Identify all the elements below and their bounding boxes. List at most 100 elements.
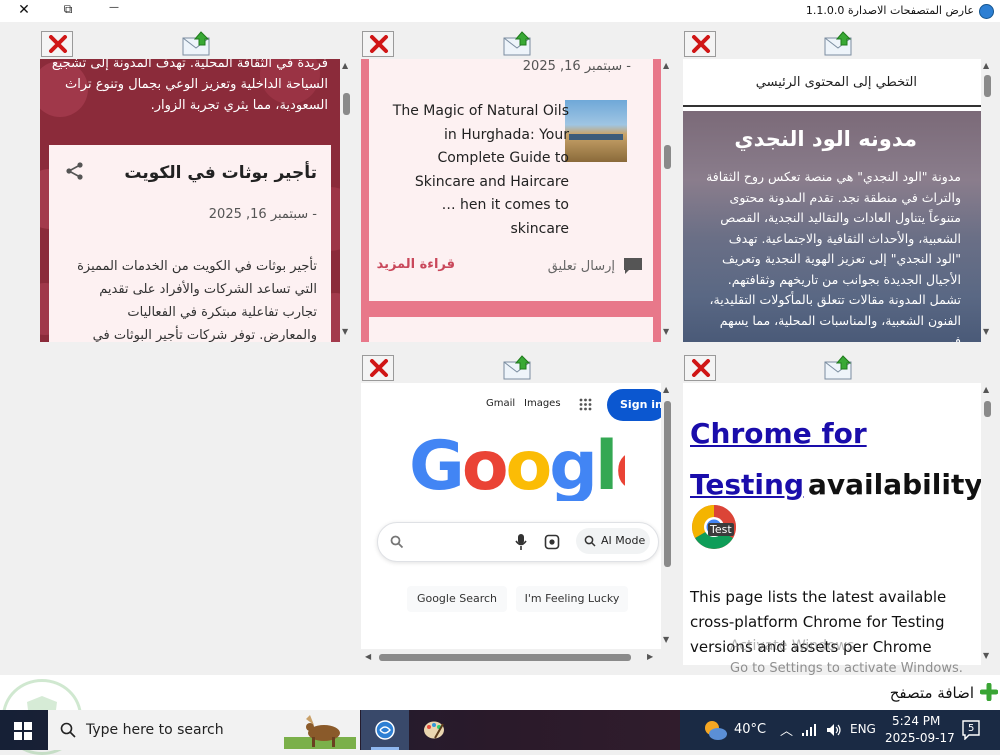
windows-start-icon[interactable] <box>14 722 32 740</box>
blog-header-background: مدونه الود النجدي مدونة "الود النجدي" هي… <box>683 111 981 342</box>
app-icon <box>979 4 994 19</box>
search-icon <box>390 535 404 549</box>
post-card: تأجير بوثات في الكويت - سبتمبر 16, 2025 … <box>49 145 331 342</box>
google-search-button[interactable]: Google Search <box>407 586 507 612</box>
scroll-down-arrow-icon[interactable]: ▼ <box>663 635 669 644</box>
browser-pane-top-left: فريدة في الثقافة المحلية. تهدف المدونة إ… <box>40 59 340 342</box>
scroll-up-arrow-icon[interactable]: ▲ <box>663 385 669 394</box>
vertical-scrollbar[interactable]: ▲ ▼ <box>661 59 675 342</box>
skip-bar: التخطي إلى المحتوى الرئيسي <box>683 59 981 107</box>
scroll-down-arrow-icon[interactable]: ▼ <box>342 327 348 336</box>
vertical-scrollbar[interactable]: ▲ ▼ <box>661 383 675 649</box>
sign-in-label: Sign in <box>620 398 661 411</box>
scroll-thumb[interactable] <box>664 401 671 567</box>
scroll-thumb[interactable] <box>379 654 631 661</box>
send-comment-link[interactable]: إرسال تعليق <box>548 259 615 274</box>
send-pane-button[interactable] <box>823 30 857 58</box>
vertical-scrollbar[interactable]: ▲ ▼ <box>981 383 995 665</box>
availability-heading: availability <box>808 468 981 501</box>
skip-to-content-link[interactable]: التخطي إلى المحتوى الرئيسي <box>756 75 917 90</box>
taskbar-app-paint[interactable] <box>410 710 458 750</box>
notification-button[interactable]: 5 <box>962 720 980 741</box>
scroll-down-arrow-icon[interactable]: ▼ <box>983 327 989 336</box>
add-browser-label[interactable]: اضافة متصفح <box>890 684 974 702</box>
read-more-link[interactable]: قراءة المزيد <box>377 257 455 272</box>
taskbar: Type here to search 40°C ︿ ENG 5:24 PM 2… <box>0 710 1000 750</box>
blog-title[interactable]: مدونه الود النجدي <box>734 127 917 151</box>
mail-upload-icon <box>824 355 852 380</box>
close-pane-button[interactable] <box>41 31 73 57</box>
title-bar: ✕ ⧉ — عارض المتصفحات الاصدارة 1.1.0.0 <box>0 0 1000 22</box>
search-icon <box>60 722 76 738</box>
scroll-thumb[interactable] <box>984 401 991 417</box>
scroll-up-arrow-icon[interactable]: ▲ <box>663 61 669 70</box>
taskbar-search-placeholder: Type here to search <box>86 722 224 738</box>
gmail-link[interactable]: Gmail <box>486 398 515 409</box>
search-box[interactable]: AI Mode <box>377 522 659 562</box>
add-plus-icon[interactable] <box>980 683 998 701</box>
minimize-window-button[interactable]: — <box>104 2 124 13</box>
apps-grid-icon[interactable] <box>579 398 592 411</box>
red-x-icon <box>370 359 388 377</box>
close-pane-button[interactable] <box>362 31 394 57</box>
scroll-left-arrow-icon[interactable]: ◀ <box>365 652 371 661</box>
sign-in-button[interactable]: Sign in <box>607 389 661 421</box>
browser-pane-top-right: التخطي إلى المحتوى الرئيسي مدونه الود ال… <box>683 59 981 342</box>
test-badge: Test <box>708 523 734 536</box>
close-pane-button[interactable] <box>684 355 716 381</box>
scroll-up-arrow-icon[interactable]: ▲ <box>983 61 989 70</box>
restore-window-button[interactable]: ⧉ <box>58 2 78 17</box>
close-window-button[interactable]: ✕ <box>14 2 34 18</box>
scroll-up-arrow-icon[interactable]: ▲ <box>983 385 989 394</box>
scroll-right-arrow-icon[interactable]: ▶ <box>647 652 653 661</box>
clock-date[interactable]: 2025-09-17 <box>885 731 955 745</box>
weather-sun-cloud-icon[interactable] <box>702 718 728 742</box>
horizontal-scrollbar[interactable]: ◀ ▶ <box>361 649 675 665</box>
send-pane-button[interactable] <box>823 354 857 382</box>
send-pane-button[interactable] <box>502 30 536 58</box>
taskbar-app-browser-viewer[interactable] <box>361 710 409 750</box>
post-card: - سبتمبر 16, 2025 The Magic of Natural O… <box>369 59 653 301</box>
red-x-icon <box>692 359 710 377</box>
close-pane-button[interactable] <box>362 355 394 381</box>
vertical-scrollbar[interactable]: ▲ ▼ <box>340 59 354 342</box>
scroll-thumb[interactable] <box>343 93 350 115</box>
post-title-link[interactable]: The Magic of Natural Oils in Hurghada: Y… <box>389 100 569 194</box>
microphone-icon[interactable] <box>514 533 528 551</box>
images-link[interactable]: Images <box>524 398 561 409</box>
close-pane-button[interactable] <box>684 31 716 57</box>
scroll-thumb[interactable] <box>664 145 671 169</box>
taskbar-search-box[interactable]: Type here to search <box>48 710 360 750</box>
notification-count: 5 <box>968 723 975 734</box>
share-icon[interactable] <box>65 161 85 181</box>
comment-icon[interactable] <box>623 257 643 275</box>
feeling-lucky-button[interactable]: I'm Feeling Lucky <box>516 586 628 612</box>
post-date: - سبتمبر 16, 2025 <box>522 59 631 74</box>
scroll-thumb[interactable] <box>984 75 991 97</box>
temperature-text[interactable]: 40°C <box>734 722 766 737</box>
language-indicator[interactable]: ENG <box>850 722 876 736</box>
moose-search-highlight-icon <box>284 715 356 749</box>
lens-camera-icon[interactable] <box>544 534 560 550</box>
scroll-down-arrow-icon[interactable]: ▼ <box>983 651 989 660</box>
post-excerpt: تأجير بوثات في الكويت من الخدمات المميزة… <box>77 259 317 342</box>
post-excerpt: … hen it comes to skincare <box>441 197 569 237</box>
send-pane-button[interactable] <box>502 354 536 382</box>
red-x-icon <box>692 35 710 53</box>
clock-time[interactable]: 5:24 PM <box>892 714 940 728</box>
send-pane-button[interactable] <box>181 30 215 58</box>
mail-upload-icon <box>182 31 210 56</box>
blog-description: مدونة "الود النجدي" هي منصة تعكس روح الث… <box>706 169 961 342</box>
vertical-scrollbar[interactable]: ▲ ▼ <box>981 59 995 342</box>
chevron-up-icon[interactable]: ︿ <box>780 720 793 739</box>
svg-text:Google: Google <box>409 427 625 501</box>
post-title[interactable]: تأجير بوثات في الكويت <box>124 163 317 183</box>
network-icon[interactable] <box>802 724 818 736</box>
window-title: عارض المتصفحات الاصدارة 1.1.0.0 <box>805 4 974 17</box>
post-thumbnail[interactable] <box>565 100 627 162</box>
scroll-up-arrow-icon[interactable]: ▲ <box>342 61 348 70</box>
ai-mode-button[interactable]: AI Mode <box>576 528 650 554</box>
volume-icon[interactable] <box>826 723 842 737</box>
post-date: - سبتمبر 16, 2025 <box>208 207 317 222</box>
scroll-down-arrow-icon[interactable]: ▼ <box>663 327 669 336</box>
